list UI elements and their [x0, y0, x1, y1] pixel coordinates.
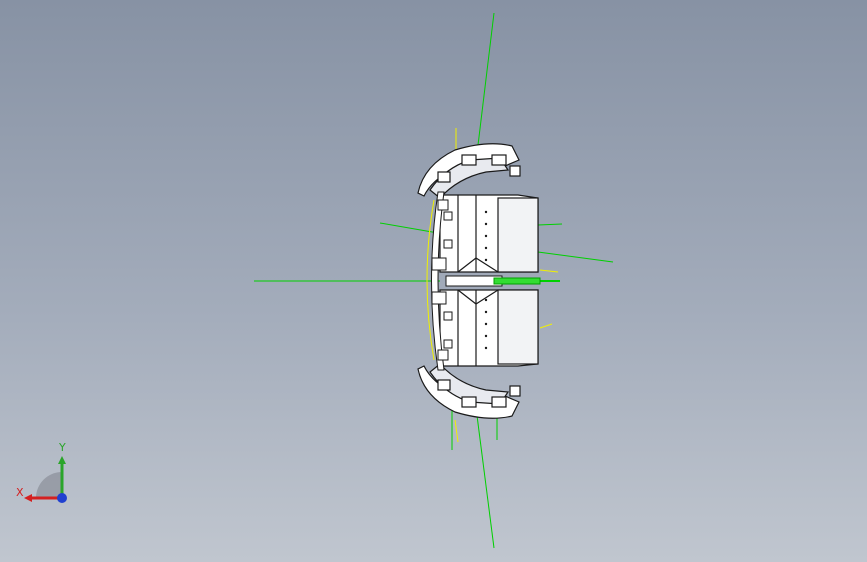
- upper-housing: [439, 194, 539, 273]
- y-axis-label: Y: [59, 441, 66, 454]
- upper-clip-arm: [417, 143, 521, 199]
- lower-housing: [439, 289, 539, 367]
- coordinate-triad: X Y: [14, 440, 74, 510]
- x-axis-label: X: [16, 486, 24, 499]
- cad-graphics-viewport[interactable]: X Y: [0, 0, 867, 562]
- centre-shaft: [445, 275, 541, 287]
- lower-clip-arm: [417, 363, 521, 419]
- cad-part-model[interactable]: [0, 0, 867, 562]
